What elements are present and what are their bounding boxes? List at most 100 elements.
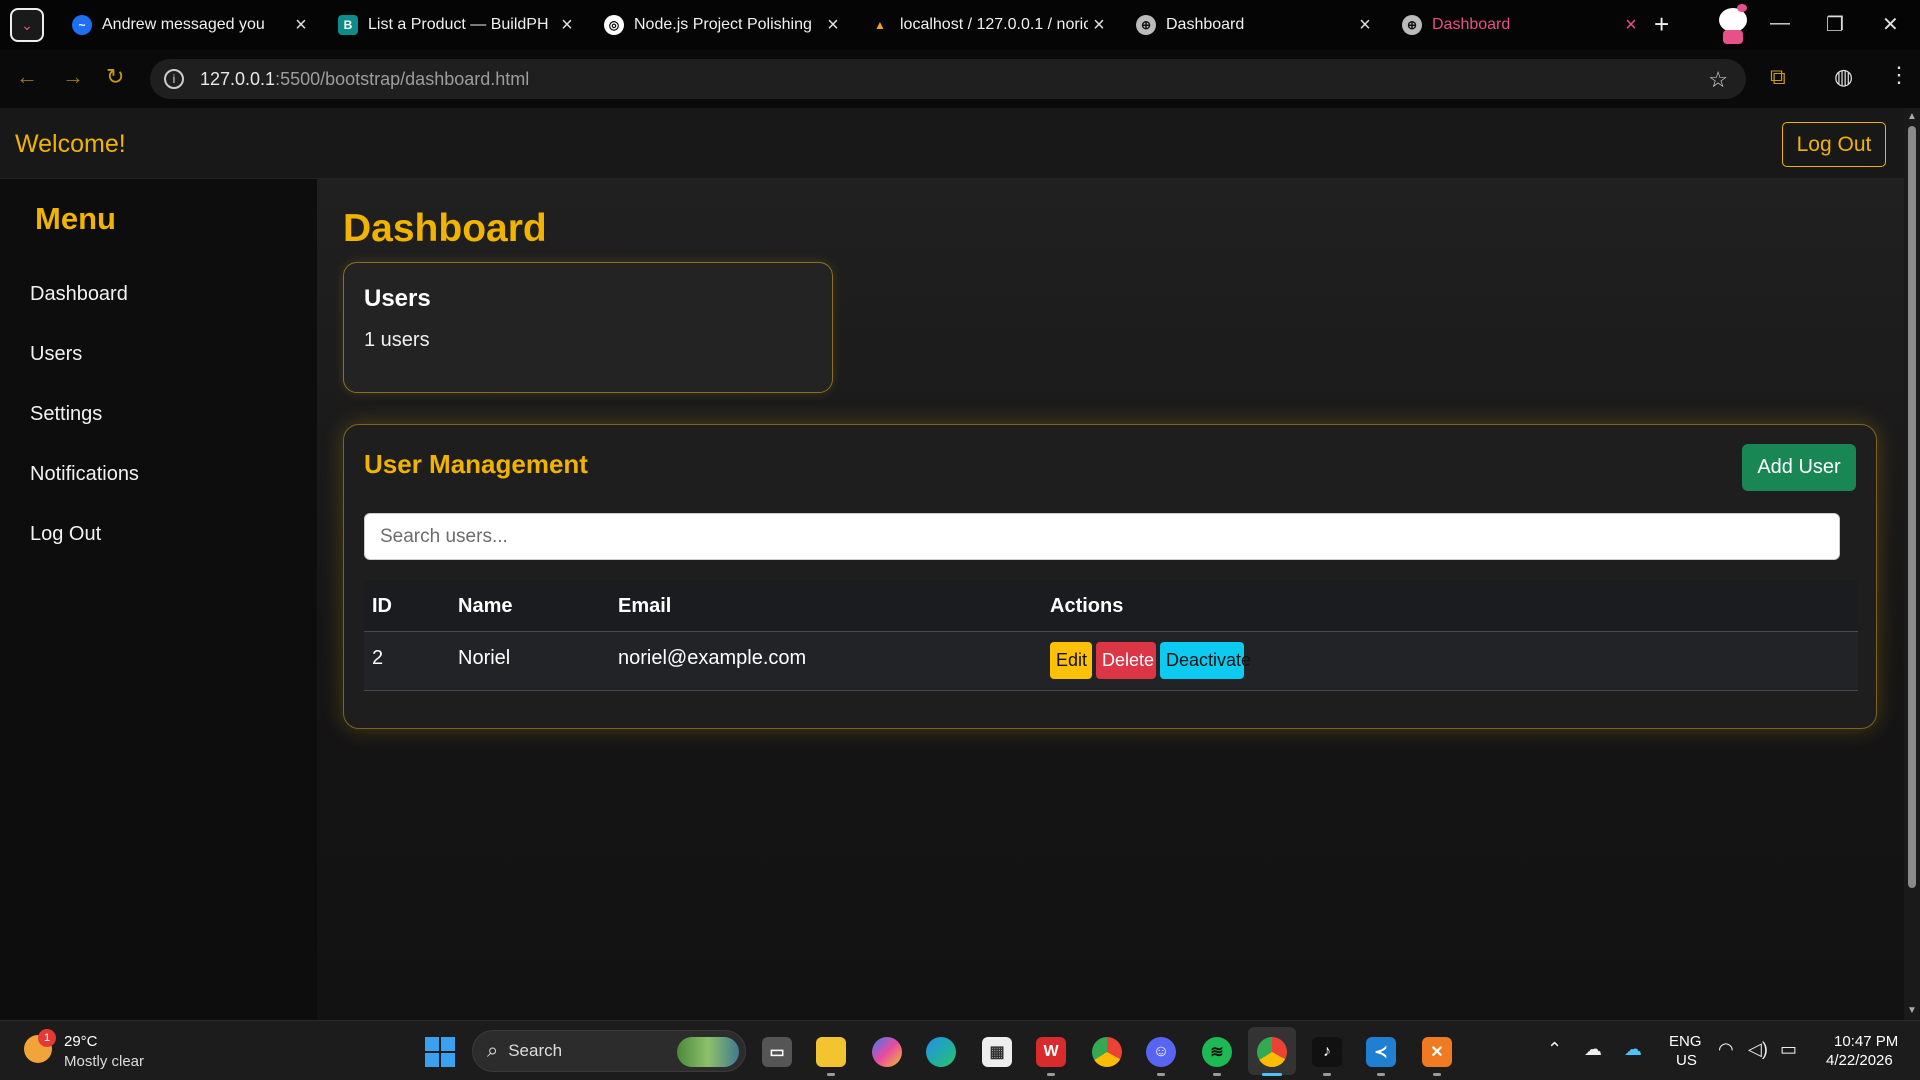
running-indicator — [1377, 1073, 1385, 1076]
scroll-up-arrow-icon[interactable]: ▲ — [1907, 111, 1917, 122]
back-arrow-icon[interactable]: ← — [16, 64, 38, 90]
main-content: Dashboard Users 1 users User Management … — [317, 179, 1904, 1020]
forward-arrow-icon[interactable]: → — [62, 64, 84, 90]
chevron-up-icon[interactable]: ⌃ — [1547, 1039, 1562, 1060]
running-indicator — [827, 1073, 835, 1076]
start-windows-icon[interactable] — [425, 1037, 455, 1067]
delete-button[interactable]: Delete — [1096, 642, 1156, 679]
site-info-icon[interactable]: i — [164, 69, 184, 89]
table-row: 2 Noriel noriel@example.com Edit Delete … — [364, 632, 1858, 691]
tab-dashboard-active[interactable]: ⊕ Dashboard × — [1388, 8, 1654, 42]
buildph-icon: B — [338, 15, 358, 35]
column-header-name: Name — [458, 595, 513, 617]
restore-icon[interactable]: ❐ — [1826, 12, 1844, 37]
sidebar-item-settings[interactable]: Settings — [30, 403, 102, 426]
cell-name: Noriel — [458, 647, 511, 669]
url-host: 127.0.0.1 — [200, 68, 276, 89]
wifi-icon[interactable]: ◠ — [1718, 1039, 1734, 1060]
task-view-icon[interactable]: ▭ — [762, 1037, 792, 1067]
search-highlight-image — [677, 1037, 739, 1067]
close-icon[interactable]: × — [1620, 14, 1642, 37]
taskbar-search-box[interactable]: ⌕ Search — [472, 1030, 746, 1072]
phpmyadmin-icon: ▲ — [874, 18, 886, 32]
column-header-actions: Actions — [1050, 595, 1124, 617]
scroll-down-arrow-icon[interactable]: ▼ — [1907, 1005, 1917, 1016]
page-scrollbar[interactable]: ▲ ▼ — [1904, 108, 1920, 1020]
table-header: ID Name Email Actions — [364, 580, 1858, 632]
close-icon[interactable]: × — [822, 14, 844, 37]
column-header-email: Email — [618, 595, 672, 617]
spotify-icon[interactable]: ≋ — [1202, 1037, 1232, 1067]
tab-messenger[interactable]: ~ Andrew messaged you × — [58, 8, 324, 42]
deactivate-button[interactable]: Deactivate — [1160, 642, 1251, 679]
address-bar[interactable]: i 127.0.0.1:5500/bootstrap/dashboard.htm… — [150, 59, 1746, 99]
scroll-thumb[interactable] — [1908, 126, 1916, 888]
copilot-icon[interactable] — [872, 1037, 902, 1067]
url-path: :5500/bootstrap/dashboard.html — [275, 68, 530, 89]
sidebar-item-users[interactable]: Users — [30, 343, 82, 366]
weather-description: Mostly clear — [64, 1053, 145, 1070]
menu-title: Menu — [35, 201, 116, 236]
tab-chatgpt[interactable]: ◎ Node.js Project Polishing × — [590, 8, 856, 42]
wps-office-icon[interactable]: W — [1036, 1037, 1066, 1067]
tab-title: localhost / 127.0.0.1 / noric — [900, 16, 1088, 33]
taskbar-search-label: Search — [508, 1041, 563, 1060]
tab-dashboard-1[interactable]: ⊕ Dashboard × — [1122, 8, 1388, 42]
discord-icon[interactable]: ☺ — [1146, 1037, 1176, 1067]
star-bookmark-icon[interactable]: ☆ — [1708, 67, 1728, 93]
tiktok-icon[interactable]: ♪ — [1312, 1037, 1342, 1067]
volume-icon[interactable]: ◁) — [1748, 1039, 1768, 1060]
active-indicator — [1262, 1073, 1282, 1076]
close-icon[interactable]: × — [1354, 14, 1376, 37]
minimize-icon[interactable]: — — [1770, 12, 1790, 35]
cell-email: noriel@example.com — [618, 647, 807, 669]
close-icon[interactable]: × — [290, 14, 312, 37]
messenger-icon: ~ — [72, 15, 92, 35]
web-page: Welcome! Log Out Menu Dashboard Users Se… — [0, 108, 1920, 1020]
sidebar-item-logout[interactable]: Log Out — [30, 523, 101, 546]
user-management-card: User Management Add User ID Name Email A… — [343, 424, 1877, 729]
tab-buildph[interactable]: B List a Product — BuildPH × — [324, 8, 590, 42]
reload-icon[interactable]: ↻ — [106, 64, 124, 90]
kebab-menu-icon[interactable]: ⋮ — [1888, 62, 1910, 88]
close-window-icon[interactable]: ✕ — [1882, 12, 1899, 37]
file-explorer-icon[interactable] — [816, 1037, 846, 1067]
tab-title: Node.js Project Polishing — [634, 16, 812, 33]
running-indicator — [1047, 1073, 1055, 1076]
close-icon[interactable]: × — [1088, 14, 1110, 37]
close-icon[interactable]: × — [556, 14, 578, 37]
logout-button[interactable]: Log Out — [1782, 122, 1886, 167]
users-card-title: Users — [364, 285, 431, 312]
tab-title: Andrew messaged you — [102, 16, 265, 33]
tab-title: Dashboard — [1166, 16, 1245, 33]
microsoft-store-icon[interactable]: ▦ — [982, 1037, 1012, 1067]
chevron-down-icon: ⌄ — [21, 17, 33, 33]
battery-icon[interactable]: ▭ — [1780, 1039, 1797, 1060]
search-icon: ⌕ — [487, 1039, 499, 1062]
tab-phpmyadmin[interactable]: ▲ localhost / 127.0.0.1 / noric × — [856, 8, 1122, 42]
tab-title: List a Product — BuildPH — [368, 16, 549, 33]
new-tab-plus-icon[interactable]: + — [1654, 10, 1669, 38]
vscode-icon[interactable]: ≺ — [1366, 1037, 1396, 1067]
browser-tab-strip: ⌄ ~ Andrew messaged you × B List a Produ… — [0, 0, 1920, 50]
onedrive-icon[interactable]: ☁ — [1624, 1039, 1642, 1060]
search-users-input[interactable] — [364, 513, 1840, 560]
edge-icon[interactable] — [926, 1037, 956, 1067]
xampp-icon[interactable]: ✕ — [1422, 1037, 1452, 1067]
region-code: US — [1676, 1052, 1697, 1069]
tab-search-menu-button[interactable]: ⌄ — [10, 8, 44, 42]
edit-button[interactable]: Edit — [1050, 642, 1092, 679]
cell-id: 2 — [372, 647, 384, 669]
sidebar-item-notifications[interactable]: Notifications — [30, 463, 139, 486]
add-user-button[interactable]: Add User — [1742, 444, 1856, 491]
profile-avatar[interactable] — [1713, 2, 1753, 46]
cloud-icon[interactable]: ☁ — [1584, 1039, 1602, 1060]
extensions-icon[interactable]: ⧉ — [1770, 64, 1786, 90]
chrome-profile-icon[interactable] — [1257, 1037, 1287, 1067]
account-icon[interactable]: ◍ — [1834, 64, 1853, 90]
sidebar-item-dashboard[interactable]: Dashboard — [30, 283, 128, 306]
sidebar: Menu Dashboard Users Settings Notificati… — [0, 179, 317, 1020]
globe-icon: ⊕ — [1402, 15, 1422, 35]
running-indicator — [1323, 1073, 1331, 1076]
chrome-icon[interactable] — [1092, 1037, 1122, 1067]
